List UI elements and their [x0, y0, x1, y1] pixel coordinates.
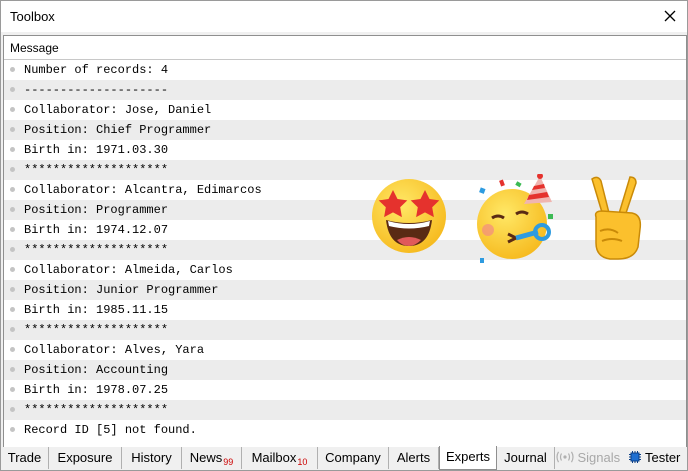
log-text: Birth in: 1978.07.25	[24, 383, 169, 397]
tab-alerts-label: Alerts	[396, 450, 431, 465]
tab-journal-label: Journal	[504, 450, 547, 465]
log-row[interactable]: ********************	[4, 320, 686, 340]
bullet-icon	[10, 107, 15, 112]
log-text: ********************	[24, 323, 169, 337]
tab-company[interactable]: Company	[318, 447, 389, 469]
log-row[interactable]: Collaborator: Almeida, Carlos	[4, 260, 686, 280]
log-text: --------------------	[24, 83, 169, 97]
toolbox-window: Toolbox Message Number of records: 4 ---…	[0, 0, 688, 471]
log-text: Collaborator: Alves, Yara	[24, 343, 205, 357]
tab-news-label: News	[189, 450, 223, 465]
bullet-icon	[10, 247, 15, 252]
log-row[interactable]: --------------------	[4, 80, 686, 100]
tab-news[interactable]: News99	[182, 447, 242, 469]
victory-hand-emoji-icon	[591, 176, 642, 260]
tab-trade[interactable]: Trade	[1, 447, 49, 469]
bullet-icon	[10, 167, 15, 172]
tab-exposure-label: Exposure	[57, 450, 113, 465]
log-text: Birth in: 1971.03.30	[24, 143, 169, 157]
tab-trade-label: Trade	[7, 450, 42, 465]
log-row[interactable]: Position: Chief Programmer	[4, 120, 686, 140]
log-row[interactable]: Collaborator: Alves, Yara	[4, 340, 686, 360]
log-row[interactable]: Position: Junior Programmer	[4, 280, 686, 300]
log-text: Collaborator: Almeida, Carlos	[24, 263, 233, 277]
log-text: ********************	[24, 403, 169, 417]
log-text: Number of records: 4	[24, 63, 169, 77]
tab-history[interactable]: History	[122, 447, 182, 469]
tab-tester-label: Tester	[644, 450, 681, 465]
bullet-icon	[10, 267, 15, 272]
tab-experts-label: Experts	[445, 449, 491, 464]
bullet-icon	[10, 287, 15, 292]
bullet-icon	[10, 147, 15, 152]
title-bar: Toolbox	[1, 1, 687, 32]
bullet-icon	[10, 367, 15, 372]
tab-journal[interactable]: Journal	[497, 447, 555, 469]
tab-signals[interactable]: Signals	[555, 447, 621, 469]
bullet-icon	[10, 87, 15, 92]
close-button[interactable]	[659, 5, 681, 27]
log-row[interactable]: Birth in: 1985.11.15	[4, 300, 686, 320]
bullet-icon	[10, 387, 15, 392]
message-panel: Message Number of records: 4 -----------…	[3, 35, 687, 448]
close-icon	[664, 10, 676, 22]
log-text: Birth in: 1985.11.15	[24, 303, 169, 317]
bullet-icon	[10, 207, 15, 212]
bullet-icon	[10, 347, 15, 352]
log-text: Position: Accounting	[24, 363, 169, 377]
log-text: Collaborator: Jose, Daniel	[24, 103, 212, 117]
tab-signals-label: Signals	[577, 450, 621, 465]
bullet-icon	[10, 227, 15, 232]
message-column-label: Message	[10, 41, 59, 55]
partying-face-emoji-icon	[477, 174, 553, 263]
log-text: ********************	[24, 243, 169, 257]
mailbox-count-badge: 10	[297, 457, 308, 467]
log-row[interactable]: Number of records: 4	[4, 60, 686, 80]
bullet-icon	[10, 427, 15, 432]
tab-history-label: History	[131, 450, 172, 465]
news-count-badge: 99	[223, 457, 234, 467]
log-row[interactable]: Birth in: 1978.07.25	[4, 380, 686, 400]
log-text: Position: Junior Programmer	[24, 283, 219, 297]
tab-exposure[interactable]: Exposure	[49, 447, 122, 469]
bullet-icon	[10, 187, 15, 192]
tab-company-label: Company	[325, 450, 381, 465]
log-row[interactable]: ********************	[4, 400, 686, 420]
bullet-icon	[10, 307, 15, 312]
signals-icon	[556, 451, 574, 463]
log-row[interactable]: Position: Accounting	[4, 360, 686, 380]
bullet-icon	[10, 327, 15, 332]
log-text: Birth in: 1974.12.07	[24, 223, 169, 237]
window-title: Toolbox	[10, 9, 55, 24]
tab-experts[interactable]: Experts	[439, 446, 497, 470]
tab-mailbox[interactable]: Mailbox10	[242, 447, 318, 469]
log-text: Record ID [5] not found.	[24, 423, 197, 437]
tab-mailbox-label: Mailbox	[251, 450, 297, 465]
tab-bar: Trade Exposure History News99 Mailbox10 …	[1, 446, 687, 470]
log-row[interactable]: Birth in: 1971.03.30	[4, 140, 686, 160]
log-row[interactable]: Collaborator: Jose, Daniel	[4, 100, 686, 120]
star-struck-emoji-icon	[372, 179, 446, 253]
log-text: Position: Chief Programmer	[24, 123, 212, 137]
tab-tester[interactable]: Tester	[623, 447, 685, 469]
tab-alerts[interactable]: Alerts	[389, 447, 439, 469]
log-text: ********************	[24, 163, 169, 177]
bullet-icon	[10, 407, 15, 412]
log-row[interactable]: Record ID [5] not found.	[4, 420, 686, 440]
bullet-icon	[10, 67, 15, 72]
log-text: Position: Programmer	[24, 203, 169, 217]
tester-chip-icon	[628, 451, 641, 463]
bullet-icon	[10, 127, 15, 132]
log-text: Collaborator: Alcantra, Edimarcos	[24, 183, 262, 197]
message-column-header[interactable]: Message	[4, 36, 686, 60]
